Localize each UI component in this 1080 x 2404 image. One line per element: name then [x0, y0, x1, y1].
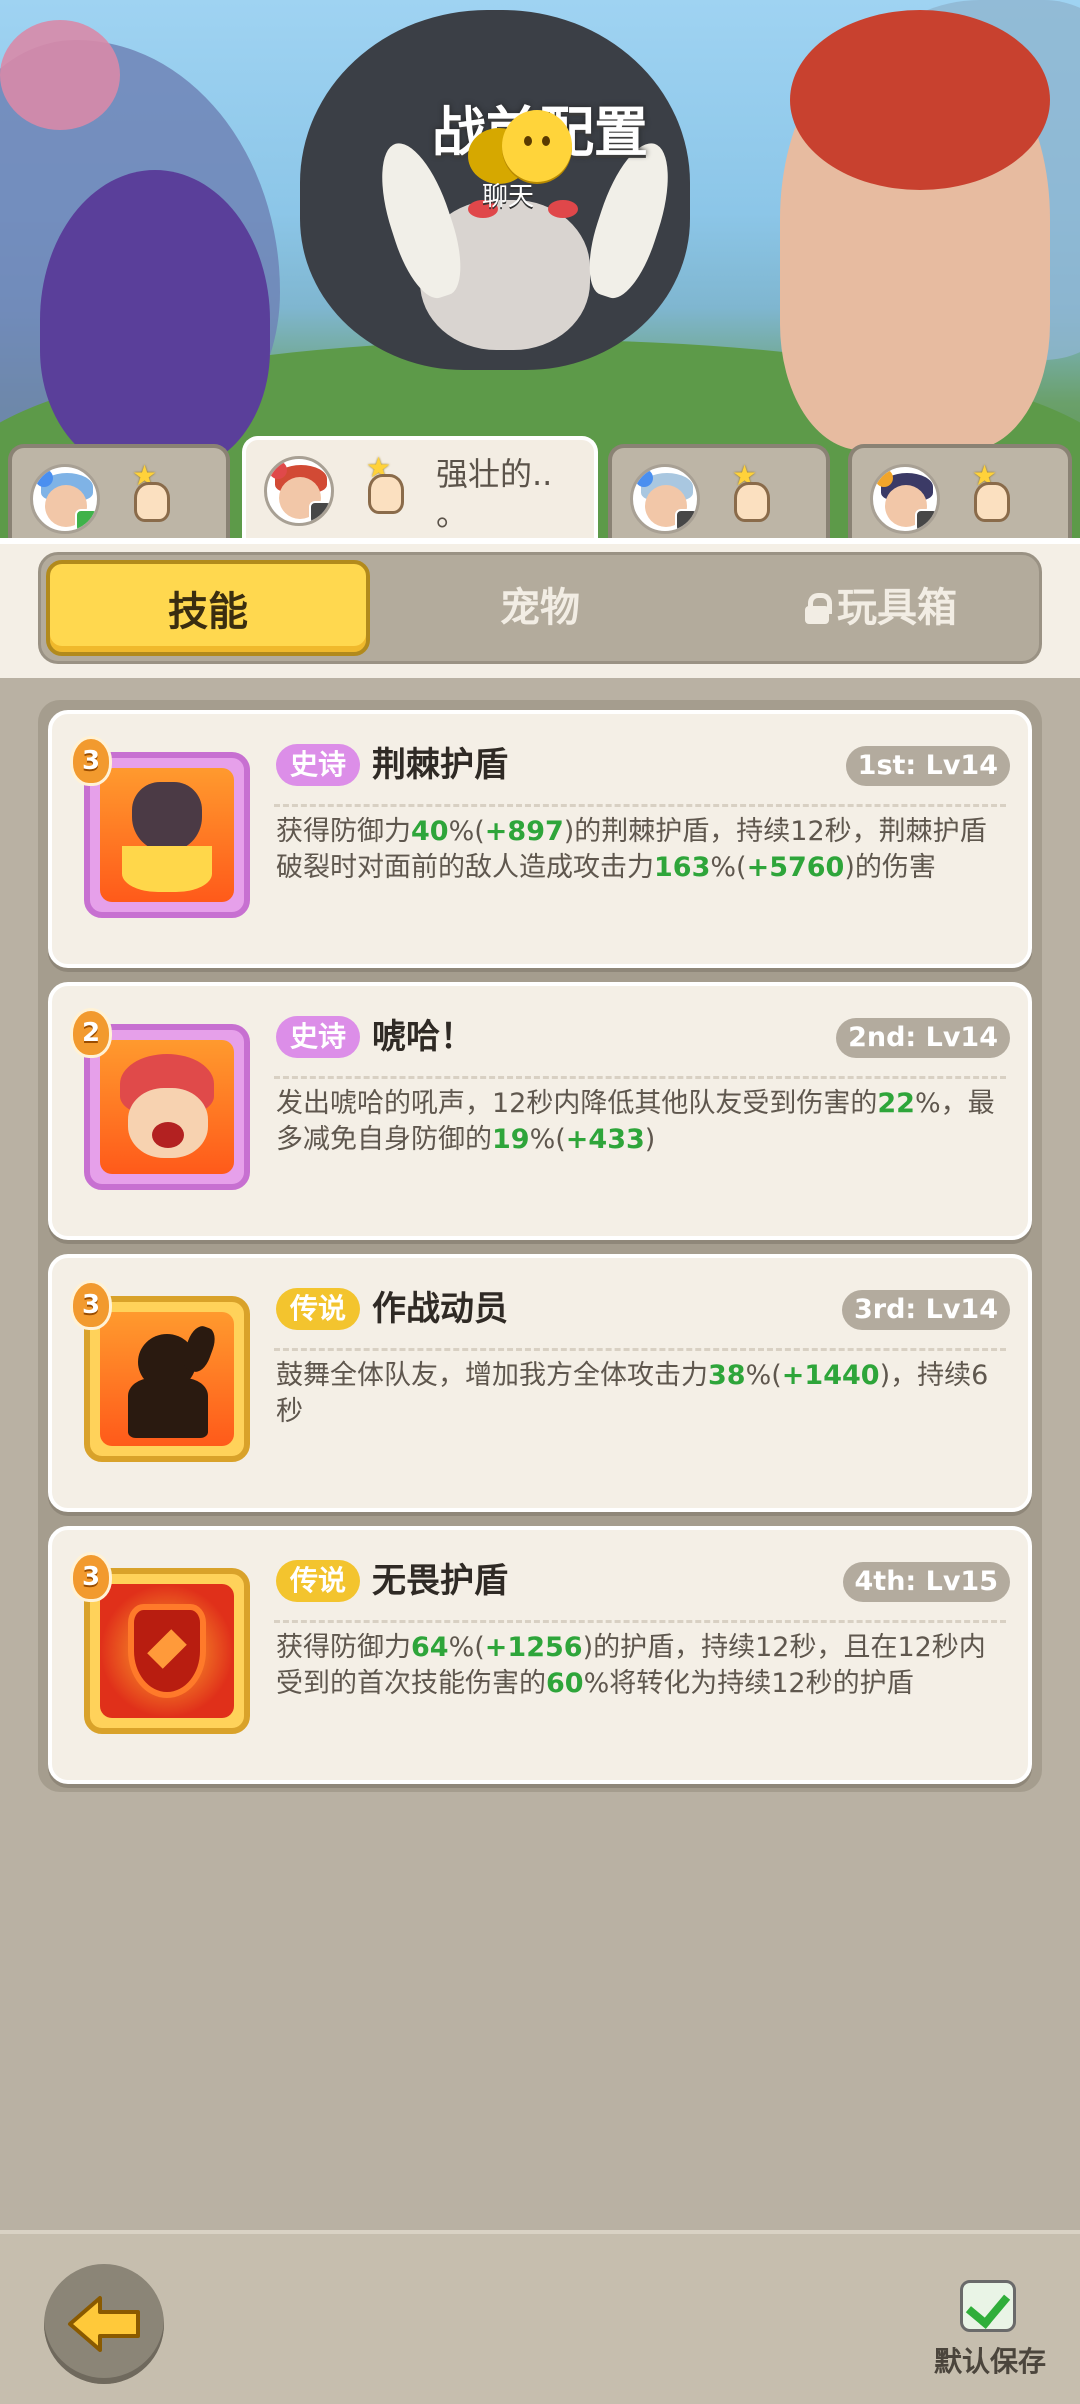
- skill-level-badge: 3: [70, 1280, 112, 1330]
- tab-toybox-label: 玩具箱: [837, 585, 957, 631]
- divider: [274, 804, 1006, 807]
- status-badge: [915, 509, 937, 531]
- highlight-value: 19: [492, 1124, 530, 1155]
- fearless-shield-icon: [100, 1584, 234, 1718]
- rarity-badge: 传说: [276, 1288, 361, 1330]
- hero-tab-4[interactable]: ★: [848, 444, 1072, 540]
- divider: [274, 1076, 1006, 1079]
- tap-hand-icon: ★: [722, 462, 778, 526]
- hero-tab-2[interactable]: ★ 强壮的.. 。: [242, 436, 598, 544]
- highlight-value: 163: [654, 852, 711, 883]
- skill-description: 获得防御力40%(+897)的荆棘护盾，持续12秒，荆棘护盾破裂时对面前的敌人造…: [276, 814, 1006, 886]
- skill-level-badge: 2: [70, 1008, 112, 1058]
- hero-avatar: [630, 464, 700, 534]
- tap-hand-icon: ★: [122, 462, 178, 526]
- back-button[interactable]: [44, 2264, 164, 2384]
- description-text: %(: [710, 852, 747, 883]
- skill-level-badge: 3: [70, 736, 112, 786]
- hero-character: [40, 170, 270, 470]
- highlight-value: +1440: [781, 1360, 880, 1391]
- slot-badge: 1st: Lv14: [845, 746, 1010, 786]
- thorn-shield-icon: [100, 768, 234, 902]
- hero-avatar: [264, 456, 334, 526]
- default-save-button[interactable]: 默认保存: [930, 2272, 1050, 2382]
- hero-avatar: [30, 464, 100, 534]
- highlight-value: +5760: [746, 852, 845, 883]
- description-text: ): [644, 1124, 656, 1155]
- skill-name: 唬哈！: [372, 1017, 474, 1057]
- lock-icon: [803, 593, 832, 624]
- skill-card-1[interactable]: 3 史诗 荆棘护盾 1st: Lv14 获得防御力40%(+897)的荆棘护盾，…: [48, 710, 1032, 968]
- skill-icon-frame: [84, 1568, 250, 1734]
- description-text: 获得防御力: [276, 1632, 411, 1663]
- description-text: %(: [529, 1124, 566, 1155]
- element-icon: [635, 469, 653, 487]
- element-icon: [269, 461, 287, 479]
- hero-tabs: ★ ★ 强壮的.. 。 ★ ★: [0, 436, 1080, 544]
- element-icon: [875, 469, 893, 487]
- hero-name: 强壮的.. 。: [436, 455, 553, 533]
- skill-icon-frame: [84, 1296, 250, 1462]
- skill-description: 获得防御力64%(+1256)的护盾，持续12秒，且在12秒内受到的首次技能伤害…: [276, 1630, 1006, 1702]
- description-text: %(: [448, 1632, 485, 1663]
- description-text: 获得防御力: [276, 816, 411, 847]
- roar-icon: [100, 1040, 234, 1174]
- highlight-value: 60: [546, 1668, 584, 1699]
- highlight-value: 38: [708, 1360, 746, 1391]
- status-badge: [675, 509, 697, 531]
- divider: [274, 1348, 1006, 1351]
- highlight-value: 40: [411, 816, 449, 847]
- hero-avatar: [870, 464, 940, 534]
- skill-name: 作战动员: [372, 1289, 508, 1329]
- slot-badge: 4th: Lv15: [842, 1562, 1010, 1602]
- slot-badge: 3rd: Lv14: [841, 1290, 1010, 1330]
- highlight-value: 22: [877, 1088, 915, 1119]
- highlight-value: 64: [411, 1632, 449, 1663]
- tab-skills[interactable]: 技能: [46, 560, 370, 656]
- tab-toybox[interactable]: 玩具箱: [760, 560, 1000, 656]
- slot-badge: 2nd: Lv14: [836, 1018, 1010, 1058]
- description-text: %(: [745, 1360, 782, 1391]
- element-icon: [35, 469, 53, 487]
- rarity-badge: 史诗: [276, 1016, 361, 1058]
- skill-name: 无畏护盾: [372, 1561, 508, 1601]
- status-badge: [75, 509, 97, 531]
- skill-icon-frame: [84, 752, 250, 918]
- hero-tab-3[interactable]: ★: [608, 444, 830, 540]
- tab-pets[interactable]: 宠物: [420, 560, 660, 656]
- skill-description: 鼓舞全体队友，增加我方全体攻击力38%(+1440)，持续6秒: [276, 1358, 1006, 1430]
- hero-tab-1[interactable]: ★: [8, 444, 230, 540]
- chat-icon: [502, 110, 572, 182]
- description-text: %将转化为持续12秒的护盾: [583, 1668, 914, 1699]
- chat-button[interactable]: 聊天: [468, 110, 588, 212]
- highlight-value: +1256: [484, 1632, 583, 1663]
- divider: [274, 1620, 1006, 1623]
- checkbox-icon[interactable]: [960, 2280, 1016, 2332]
- tap-hand-icon: ★: [356, 454, 412, 518]
- skill-card-2[interactable]: 2 史诗 唬哈！ 2nd: Lv14 发出唬哈的吼声，12秒内降低其他队友受到伤…: [48, 982, 1032, 1240]
- rarity-badge: 史诗: [276, 744, 361, 786]
- description-text: 鼓舞全体队友，增加我方全体攻击力: [276, 1360, 708, 1391]
- highlight-value: +433: [565, 1124, 645, 1155]
- chat-label: 聊天: [482, 182, 535, 212]
- rally-icon: [100, 1312, 234, 1446]
- skill-description: 发出唬哈的吼声，12秒内降低其他队友受到伤害的22%，最多减免自身防御的19%(…: [276, 1086, 1006, 1158]
- description-text: 发出唬哈的吼声，12秒内降低其他队友受到伤害的: [276, 1088, 878, 1119]
- rarity-badge: 传说: [276, 1560, 361, 1602]
- skill-level-badge: 3: [70, 1552, 112, 1602]
- back-arrow-icon: [66, 2294, 142, 2354]
- description-text: %(: [448, 816, 485, 847]
- skill-icon-frame: [84, 1024, 250, 1190]
- skill-card-3[interactable]: 3 传说 作战动员 3rd: Lv14 鼓舞全体队友，增加我方全体攻击力38%(…: [48, 1254, 1032, 1512]
- skill-name: 荆棘护盾: [372, 745, 508, 785]
- status-badge: [309, 501, 331, 523]
- highlight-value: +897: [484, 816, 564, 847]
- description-text: )的伤害: [844, 852, 936, 883]
- save-label: 默认保存: [933, 2345, 1046, 2378]
- tap-hand-icon: ★: [962, 462, 1018, 526]
- skill-card-4[interactable]: 3 传说 无畏护盾 4th: Lv15 获得防御力64%(+1256)的护盾，持…: [48, 1526, 1032, 1784]
